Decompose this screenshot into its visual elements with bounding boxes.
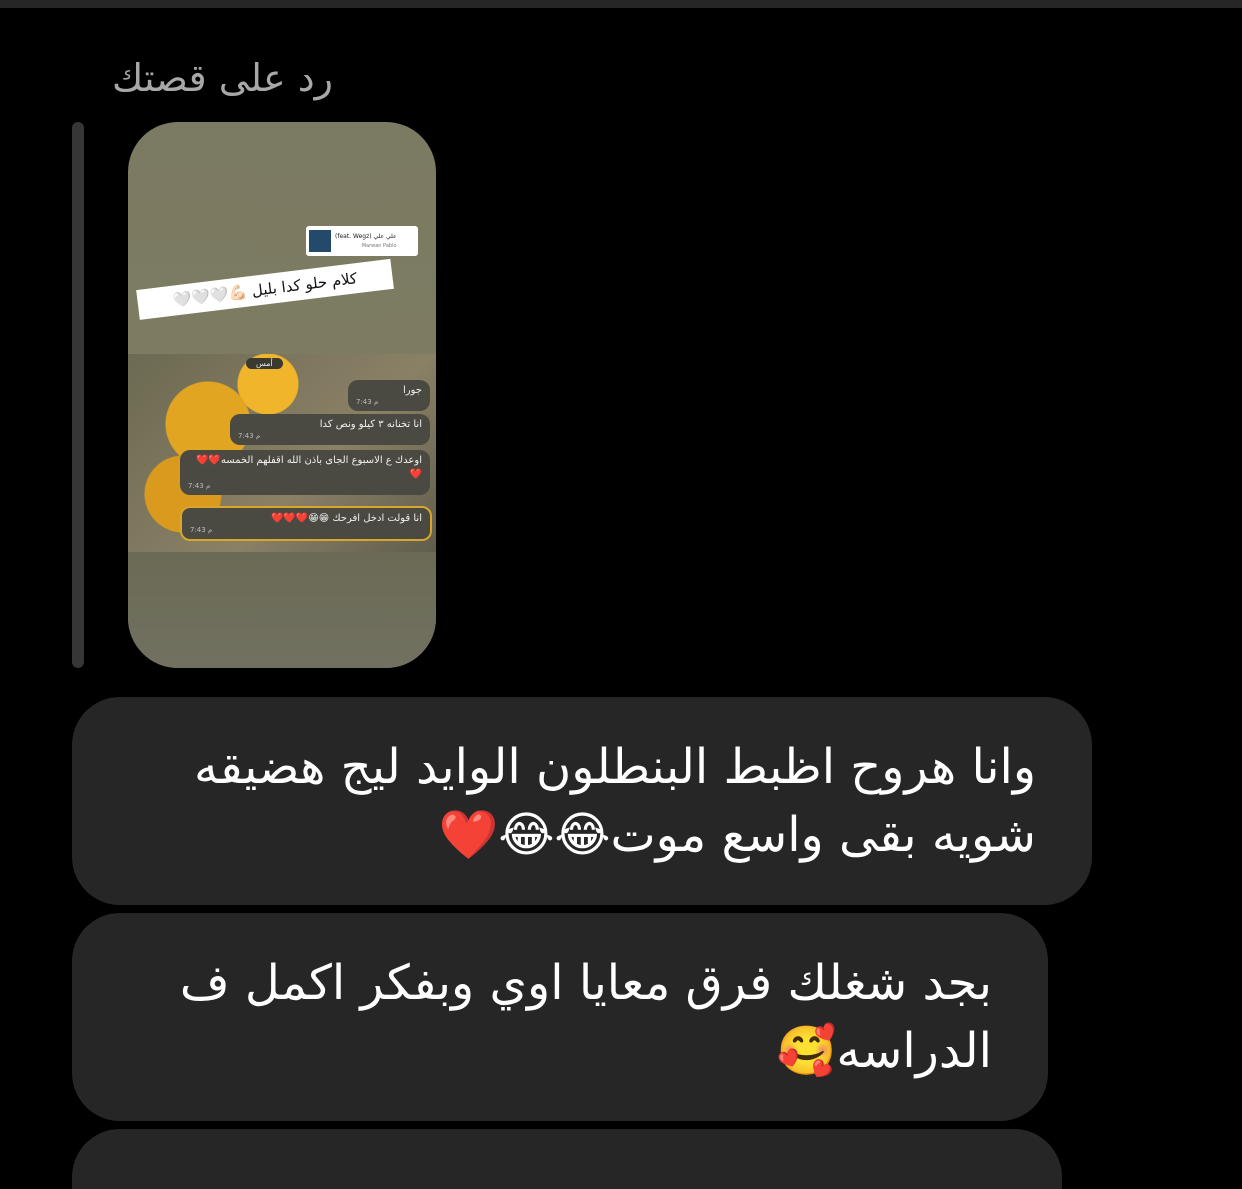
chat-screenshot: أمس جورا 7:43 م انا تخنانه ٣ كيلو ونص كد… — [128, 354, 436, 552]
chat-message: انا تخنانه ٣ كيلو ونص كدا 7:43 م — [230, 414, 430, 445]
album-cover-icon — [309, 230, 331, 252]
message-line: بجد شغلك فرق معايا اوي وبفكر اكمل ف — [179, 955, 992, 1011]
story-bottom-area — [128, 552, 436, 668]
message-bubble-partial[interactable] — [72, 1129, 1062, 1189]
chat-message-text: اوعدك ع الاسبوع الجاى باذن الله اقفلهم ا… — [195, 455, 422, 480]
story-text-sticker: كلام حلو كدا بليل 💪🏻🤍🤍🤍 — [136, 258, 394, 320]
message-line: شويه بقى واسع موت😂😂❤️ — [438, 807, 1036, 863]
message-bubble[interactable]: وانا هروح اظبط البنطلون الوايد ليج هضيقه… — [72, 697, 1092, 905]
chat-message: اوعدك ع الاسبوع الجاى باذن الله اقفلهم ا… — [180, 450, 430, 495]
reply-indicator-line — [72, 122, 84, 668]
date-chip: أمس — [246, 358, 283, 369]
chat-message-time: 7:43 م — [190, 526, 213, 534]
message-line: الدراسه🥰 — [776, 1023, 992, 1079]
chat-message-time: 7:43 م — [238, 432, 261, 440]
chat-message-time: 7:43 م — [356, 398, 379, 406]
story-reply-label: رد على قصتك — [112, 56, 333, 100]
top-edge-bar — [0, 0, 1242, 8]
music-artist: Marwan Pablo — [361, 242, 397, 249]
chat-message-text: انا قولت ادخل افرحك 😁😁❤️❤️❤️ — [270, 513, 422, 524]
music-sticker: علي علي (feat. Wegz) Marwan Pablo — [306, 226, 418, 256]
chat-message: جورا 7:43 م — [348, 380, 430, 411]
chat-message-sent: انا قولت ادخل افرحك 😁😁❤️❤️❤️ 7:43 م — [180, 506, 432, 541]
message-bubble[interactable]: بجد شغلك فرق معايا اوي وبفكر اكمل ف الدر… — [72, 913, 1048, 1121]
chat-message-text: جورا — [403, 385, 422, 396]
story-text-sticker-label: كلام حلو كدا بليل 💪🏻🤍🤍🤍 — [171, 269, 359, 310]
chat-message-text: انا تخنانه ٣ كيلو ونص كدا — [319, 419, 422, 430]
music-title: علي علي (feat. Wegz) — [335, 232, 397, 240]
message-line: وانا هروح اظبط البنطلون الوايد ليج هضيقه — [193, 739, 1036, 795]
chat-message-time: 7:43 م — [188, 482, 211, 490]
story-thumbnail[interactable]: علي علي (feat. Wegz) Marwan Pablo كلام ح… — [128, 122, 436, 668]
